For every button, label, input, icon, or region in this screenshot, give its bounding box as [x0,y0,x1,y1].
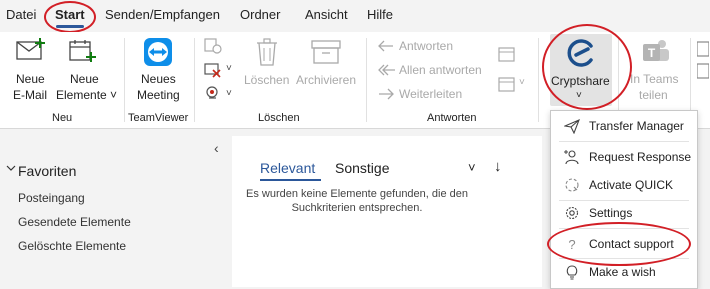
archive-button[interactable]: Archivieren [294,34,358,106]
menu-item-request-response[interactable]: Request Response [551,144,697,170]
trash-icon [256,38,278,66]
menu-item-label: Make a wish [589,265,656,279]
new-meeting-button[interactable]: Neues Meeting [132,34,186,106]
tab-datei[interactable]: Datei [6,7,36,22]
new-items-label-1: Neue [70,72,99,86]
teams-label-1: In Teams [630,72,679,86]
tab-relevant[interactable]: Relevant [260,160,315,176]
sort-arrow-icon[interactable]: ↓ [494,158,502,175]
relevant-underline [260,179,321,181]
annotation-circle-cryptshare [542,24,632,110]
empty-message-line-2: Suchkriterien entsprechen. [291,202,423,214]
reply-label: Antworten [399,39,454,53]
teamviewer-icon [144,38,172,66]
menu-item-transfer-manager[interactable]: Transfer Manager [551,113,697,139]
overflow-icon[interactable] [697,40,709,80]
forward-button[interactable]: Weiterleiten [378,86,488,104]
new-email-label-1: Neue [16,72,45,86]
menu-separator [559,141,689,142]
menu-item-label: Settings [589,206,633,220]
more-reply-icon[interactable] [498,76,516,92]
empty-message-line-1: Es wurden keine Elemente gefunden, die d… [246,188,468,200]
collapse-pane-icon[interactable]: ‹ [214,140,219,156]
menu-item-label: Transfer Manager [589,119,684,133]
quick-icon [564,177,580,193]
annotation-circle-start [44,1,96,33]
delete-button[interactable]: Löschen [242,34,292,106]
tab-hilfe[interactable]: Hilfe [367,7,393,22]
group-label-loeschen: Löschen [258,112,300,124]
new-meeting-label-1: Neues [141,72,176,86]
folder-geloeschte-elemente[interactable]: Gelöschte Elemente [18,239,126,253]
menu-item-label: Activate QUICK [589,178,674,192]
ribbon-separator [538,38,539,122]
new-email-label-2: E-Mail [13,88,48,102]
annotation-circle-contact-support [547,222,691,266]
meeting-reply-icon[interactable] [498,46,516,62]
new-meeting-label-2: Meeting [137,88,180,102]
teams-icon: T [642,38,670,66]
ignore-icon[interactable] [204,38,222,54]
teams-label-2: teilen [639,88,668,102]
reply-all-icon [378,64,395,76]
delete-label: Löschen [244,73,290,87]
archive-icon [311,40,341,64]
tab-ansicht[interactable]: Ansicht [305,7,348,22]
reply-all-button[interactable]: Allen antworten [378,62,488,80]
mail-list: Relevant Sonstige ˅ ↓ Es wurden keine El… [232,136,542,287]
archive-label: Archivieren [296,73,357,87]
cleanup-icon[interactable] [204,62,222,78]
menu-item-label: Request Response [589,150,692,164]
more-reply-chevron-icon[interactable]: ˅ [519,77,525,88]
new-items-label-2: Elemente ˅ [56,88,118,102]
cleanup-chevron-icon[interactable]: ˅ [226,63,232,74]
reply-button[interactable]: Antworten [378,38,488,56]
paper-plane-icon [564,118,580,134]
filter-chevron-icon[interactable]: ˅ [468,160,476,175]
favorites-header[interactable]: Favoriten [18,163,76,179]
folder-posteingang[interactable]: Posteingang [18,191,85,205]
tab-senden-empfangen[interactable]: Senden/Empfangen [105,7,220,22]
new-email-button[interactable]: Neue E-Mail [4,34,54,106]
new-items-button[interactable]: Neue Elemente ˅ [56,34,118,106]
person-add-icon [564,149,580,165]
forward-icon [379,88,394,100]
forward-label: Weiterleiten [399,87,463,101]
new-email-icon [16,38,46,62]
favorites-chevron-icon[interactable] [6,163,16,173]
ribbon-separator [194,38,195,122]
share-teams-button[interactable]: T In Teams teilen [624,34,684,106]
ribbon-separator [124,38,125,122]
menu-item-activate-quick[interactable]: Activate QUICK [551,172,697,198]
tab-ordner[interactable]: Ordner [240,7,280,22]
group-label-teamviewer: TeamViewer [128,112,189,124]
gear-icon [564,205,580,221]
new-items-icon [68,38,98,64]
ribbon-separator [366,38,367,122]
junk-chevron-icon[interactable]: ˅ [226,88,232,99]
reply-all-label: Allen antworten [399,63,482,77]
svg-text:T: T [648,46,656,60]
folder-pane: ‹ Favoriten Posteingang Gesendete Elemen… [0,136,228,287]
junk-icon[interactable] [204,86,222,102]
group-label-antworten: Antworten [427,112,477,124]
lightbulb-icon [564,264,580,280]
tab-sonstige[interactable]: Sonstige [335,160,389,176]
folder-gesendete-elemente[interactable]: Gesendete Elemente [18,215,131,229]
reply-icon [378,40,393,52]
group-label-neu: Neu [52,112,73,124]
